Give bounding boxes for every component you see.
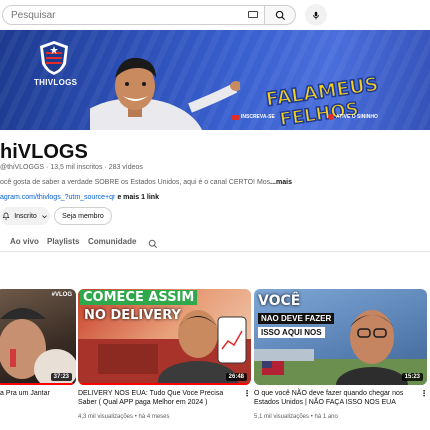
channel-links: agram.com/thivlogs_?utm_source+qr e mais… — [0, 194, 159, 201]
search-icon — [275, 10, 285, 20]
banner-title-graphic: FALAMEUS FELHOS — [264, 73, 381, 130]
thumbnail-headline-2: NO DELIVERY — [84, 308, 181, 323]
thumbnail-image — [0, 308, 76, 385]
watch-progress-bar — [0, 383, 76, 385]
join-button[interactable]: Seja membro — [54, 207, 112, 225]
view-count: 4,3 mil visualizações — [78, 414, 134, 420]
subscribed-label: Inscrito — [14, 212, 37, 220]
channel-banner: THIVLOGS FALAMEUS FELHOS INSCREVA-SE ATI… — [0, 30, 430, 130]
video-duration: 15:23 — [401, 373, 423, 381]
search-icon — [148, 239, 158, 249]
creator-photo — [90, 57, 240, 130]
bell-icon — [2, 212, 10, 220]
channel-logo-text: THIVLOGS — [34, 78, 78, 87]
search-input[interactable] — [11, 9, 231, 21]
video-title-1[interactable]: a Pra um Jantar — [0, 389, 74, 398]
video-thumbnail-2[interactable]: COMECE ASSIM NO DELIVERY 26:48 — [78, 289, 251, 385]
upload-age: há 4 meses — [138, 414, 170, 420]
banner-cta-bell: ATIVE O SININHO — [328, 114, 378, 120]
watch-progress-bar — [78, 383, 251, 385]
video-thumbnail-1[interactable]: #VLOG 37:23 — [0, 289, 76, 385]
chevron-down-icon — [41, 214, 47, 218]
thumbnail-headline-3: ISSO AQUI NOS — [258, 327, 325, 338]
search-button[interactable] — [264, 5, 296, 25]
microphone-icon — [313, 11, 319, 19]
channel-name: hiVLOGS — [0, 141, 88, 163]
video-count: 283 vídeos — [108, 164, 143, 171]
banner-cta-subscribe-text: INSCREVA-SE — [241, 114, 275, 120]
channel-link-url[interactable]: agram.com/thivlogs_?utm_source+qr — [0, 194, 115, 201]
video-meta-2: 4,3 mil visualizações • há 4 meses — [78, 414, 170, 420]
channel-description[interactable]: ocê gosta de saber a verdade SOBRE os Es… — [0, 179, 292, 186]
tab-community[interactable]: Comunidade — [88, 237, 136, 246]
video-title-2[interactable]: DELIVERY NOS EUA: Tudo Que Voce Precisa … — [78, 389, 238, 407]
tab-playlists[interactable]: Playlists — [47, 237, 79, 246]
bell-icon — [328, 114, 334, 120]
keyboard-icon[interactable] — [248, 11, 258, 18]
channel-more-links[interactable]: e mais 1 link — [117, 194, 159, 201]
thumbnail-headline-1: COMECE ASSIM — [80, 290, 198, 305]
view-count: 5,1 mil visualizações — [254, 414, 310, 420]
video-title-3[interactable]: O que você NÃO deve fazer quando chegar … — [254, 389, 414, 407]
channel-logo-icon — [40, 41, 68, 75]
subscriber-count: 13,5 mil inscritos — [50, 164, 103, 171]
channel-description-text: ocê gosta de saber a verdade SOBRE os Es… — [0, 179, 271, 186]
top-bar — [0, 0, 430, 28]
upload-age: há 1 ano — [314, 414, 338, 420]
banner-cta-subscribe: INSCREVA-SE — [232, 114, 275, 120]
channel-handle: @thiVLOGGS — [0, 164, 45, 171]
youtube-play-icon — [232, 114, 239, 120]
voice-search-button[interactable] — [305, 4, 327, 26]
tab-search-button[interactable] — [148, 236, 158, 254]
description-more-link[interactable]: ...mais — [270, 179, 292, 186]
video-duration: 37:23 — [50, 373, 72, 381]
join-label: Seja membro — [62, 212, 104, 220]
thumbnail-headline-1: VOCÊ — [258, 293, 301, 309]
more-actions-icon[interactable]: ⋮ — [420, 389, 428, 398]
thumbnail-tag: #VLOG — [51, 292, 72, 298]
video-meta-3: 5,1 mil visualizações • há 1 ano — [254, 414, 338, 420]
tab-live[interactable]: Ao vivo — [10, 237, 39, 246]
search-box[interactable] — [2, 5, 264, 25]
thumbnail-headline-2: NAO DEVE FAZER — [258, 313, 335, 324]
channel-stats: @thiVLOGGS · 13,5 mil inscritos · 283 ví… — [0, 164, 143, 171]
video-duration: 26:48 — [225, 373, 247, 381]
video-thumbnail-3[interactable]: VOCÊ NAO DEVE FAZER ISSO AQUI NOS 15:23 — [254, 289, 427, 385]
banner-cta-bell-text: ATIVE O SININHO — [336, 114, 378, 120]
channel-tabs: Ao vivo Playlists Comunidade — [0, 232, 430, 252]
more-actions-icon[interactable]: ⋮ — [243, 389, 251, 398]
subscribed-button[interactable]: Inscrito — [0, 207, 50, 225]
